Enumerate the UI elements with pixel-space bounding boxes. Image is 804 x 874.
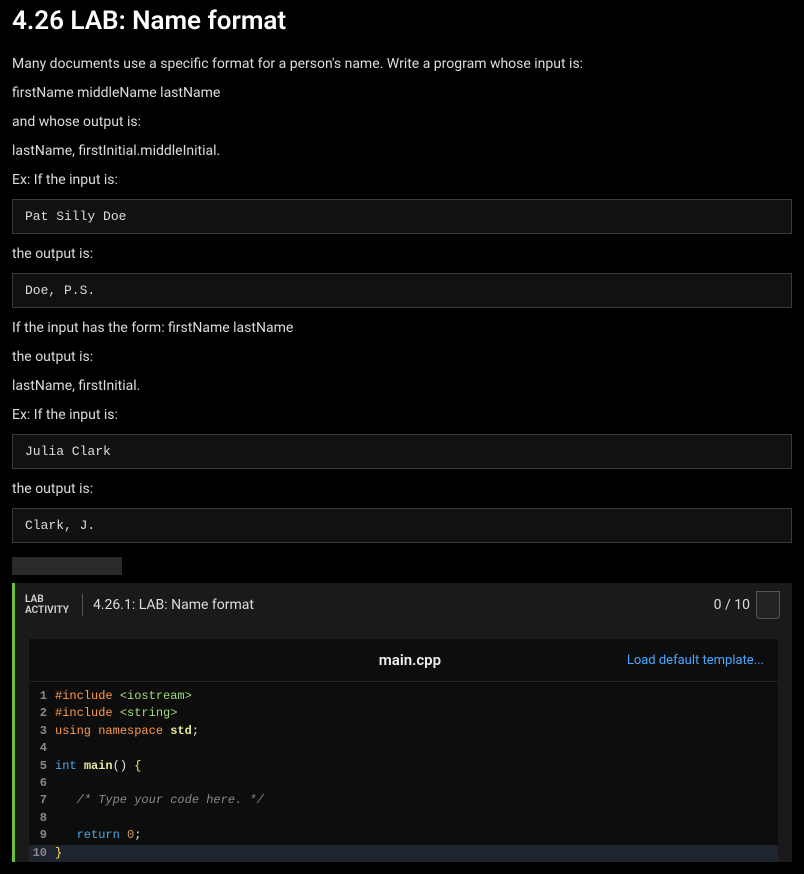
code-token: main: [84, 759, 113, 773]
score-shield-icon[interactable]: [756, 591, 780, 619]
code-token: std: [170, 724, 192, 738]
example-output-box: Clark, J.: [12, 508, 792, 543]
code-token: int: [55, 759, 84, 773]
code-line[interactable]: 7 /* Type your code here. */: [29, 792, 778, 809]
line-number: 1: [29, 688, 55, 705]
instruction-text: If the input has the form: firstName las…: [12, 318, 792, 339]
code-token: using: [55, 724, 98, 738]
code-editor[interactable]: 1 #include <iostream> 2 #include <string…: [29, 682, 778, 862]
line-number: 9: [29, 827, 55, 844]
code-line[interactable]: 6: [29, 775, 778, 792]
line-number: 6: [29, 775, 55, 792]
line-number: 3: [29, 723, 55, 740]
instruction-text: lastName, firstInitial.: [12, 376, 792, 397]
activity-header: LAB ACTIVITY 4.26.1: LAB: Name format 0 …: [15, 583, 792, 627]
code-line[interactable]: 10 }: [29, 845, 778, 862]
instruction-text: Many documents use a specific format for…: [12, 54, 792, 75]
instruction-text: and whose output is:: [12, 112, 792, 133]
line-number: 7: [29, 792, 55, 809]
instruction-text: the output is:: [12, 347, 792, 368]
code-token: #include: [55, 706, 120, 720]
code-token: ;: [192, 724, 199, 738]
code-editor-panel: main.cpp Load default template... 1 #inc…: [29, 639, 778, 862]
code-line[interactable]: 9 return 0;: [29, 827, 778, 844]
activity-type-label: LAB ACTIVITY: [25, 594, 83, 616]
code-token: {: [134, 759, 141, 773]
code-token: (): [113, 759, 135, 773]
code-line[interactable]: 8: [29, 810, 778, 827]
code-line[interactable]: 3 using namespace std;: [29, 723, 778, 740]
activity-type-line1: LAB: [25, 594, 72, 605]
code-token: return: [77, 828, 127, 842]
lab-activity-panel: LAB ACTIVITY 4.26.1: LAB: Name format 0 …: [12, 583, 792, 862]
placeholder-block: [12, 557, 122, 575]
instruction-text: the output is:: [12, 479, 792, 500]
instruction-text: the output is:: [12, 244, 792, 265]
page-title: 4.26 LAB: Name format: [12, 6, 792, 36]
code-token: ;: [134, 828, 141, 842]
instruction-text: lastName, firstInitial.middleInitial.: [12, 141, 792, 162]
instruction-text: firstName middleName lastName: [12, 83, 792, 104]
line-number: 4: [29, 740, 55, 757]
code-line[interactable]: 4: [29, 740, 778, 757]
code-line[interactable]: 2 #include <string>: [29, 705, 778, 722]
code-token: <iostream>: [120, 689, 192, 703]
activity-type-line2: ACTIVITY: [25, 605, 72, 616]
code-token: /* Type your code here. */: [55, 793, 264, 807]
activity-score: 0 / 10: [714, 597, 750, 613]
editor-toolbar: main.cpp Load default template...: [29, 639, 778, 682]
code-token: 0: [127, 828, 134, 842]
code-token: <string>: [120, 706, 178, 720]
instruction-text: Ex: If the input is:: [12, 170, 792, 191]
activity-title: 4.26.1: LAB: Name format: [93, 597, 714, 613]
load-default-template-link[interactable]: Load default template...: [627, 653, 764, 668]
example-input-box: Julia Clark: [12, 434, 792, 469]
code-token: #include: [55, 689, 120, 703]
code-token: }: [55, 846, 62, 860]
code-token: namespace: [98, 724, 170, 738]
code-line[interactable]: 1 #include <iostream>: [29, 688, 778, 705]
line-number: 10: [29, 845, 55, 862]
instruction-text: Ex: If the input is:: [12, 405, 792, 426]
example-input-box: Pat Silly Doe: [12, 199, 792, 234]
code-line[interactable]: 5 int main() {: [29, 758, 778, 775]
example-output-box: Doe, P.S.: [12, 273, 792, 308]
line-number: 8: [29, 810, 55, 827]
editor-filename: main.cpp: [193, 651, 627, 669]
line-number: 5: [29, 758, 55, 775]
code-token: [55, 828, 77, 842]
line-number: 2: [29, 705, 55, 722]
